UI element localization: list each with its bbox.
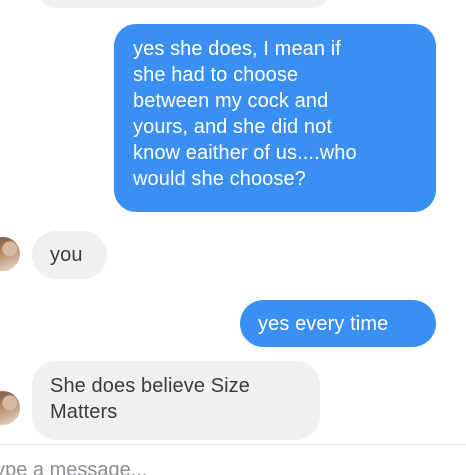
message-line: would she choose? xyxy=(133,168,306,190)
message-composer xyxy=(0,444,466,475)
message-line: you xyxy=(50,244,83,266)
message-bubble-incoming: you xyxy=(32,231,107,279)
message-input[interactable] xyxy=(0,459,464,475)
contact-avatar[interactable] xyxy=(0,237,20,271)
contact-avatar[interactable] xyxy=(0,391,20,425)
message-line: yes she does, I mean if xyxy=(133,38,341,60)
message-line: know eaither of us....who xyxy=(133,142,357,164)
message-bubble-outgoing: yes every time xyxy=(240,300,436,347)
message-bubble-outgoing: yes she does, I mean if she had to choos… xyxy=(114,24,436,212)
message-line: She does believe Size xyxy=(50,375,251,397)
message-line: yes every time xyxy=(258,313,389,335)
message-bubble-incoming-partial xyxy=(38,0,330,8)
message-line: she had to choose xyxy=(133,64,299,86)
message-line: Matters xyxy=(50,401,118,423)
message-thread[interactable]: yes she does, I mean if she had to choos… xyxy=(0,0,466,444)
message-bubble-incoming: She does believe Size Matters xyxy=(32,361,320,440)
message-line: yours, and she did not xyxy=(133,116,332,138)
message-line: between my cock and xyxy=(133,90,329,112)
